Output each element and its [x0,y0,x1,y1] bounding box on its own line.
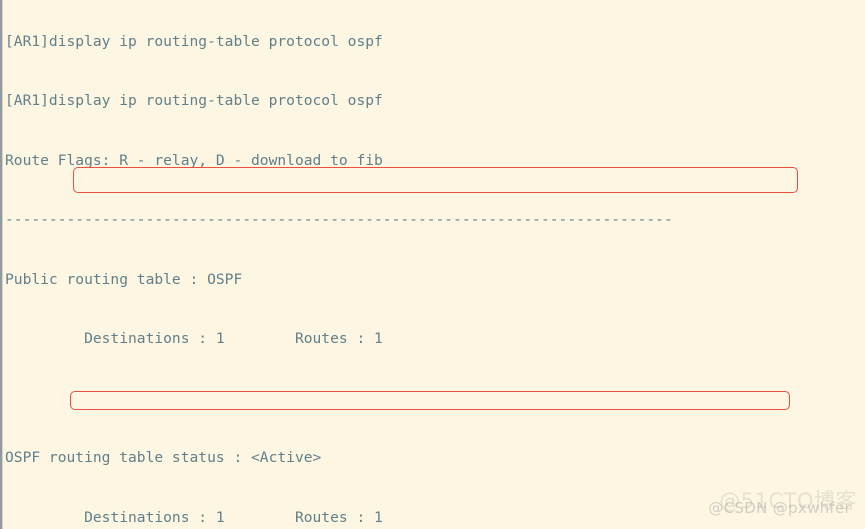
console-output[interactable]: [AR1]display ip routing-table protocol o… [5,0,863,529]
console-line: Destinations : 1 Routes : 1 [5,330,383,348]
console-line: OSPF routing table status : <Active> [5,449,322,467]
terminal-window: [AR1]display ip routing-table protocol o… [0,0,865,529]
window-left-border-inner [2,0,3,529]
console-line: Destinations : 1 Routes : 1 [5,508,383,526]
console-line: [AR1]display ip routing-table protocol o… [5,92,383,110]
console-line: [AR1]display ip routing-table protocol o… [5,32,383,50]
console-line: Route Flags: R - relay, D - download to … [5,151,383,169]
console-line: Public routing table : OSPF [5,270,243,288]
console-separator-line: ----------------------------------------… [5,211,673,229]
